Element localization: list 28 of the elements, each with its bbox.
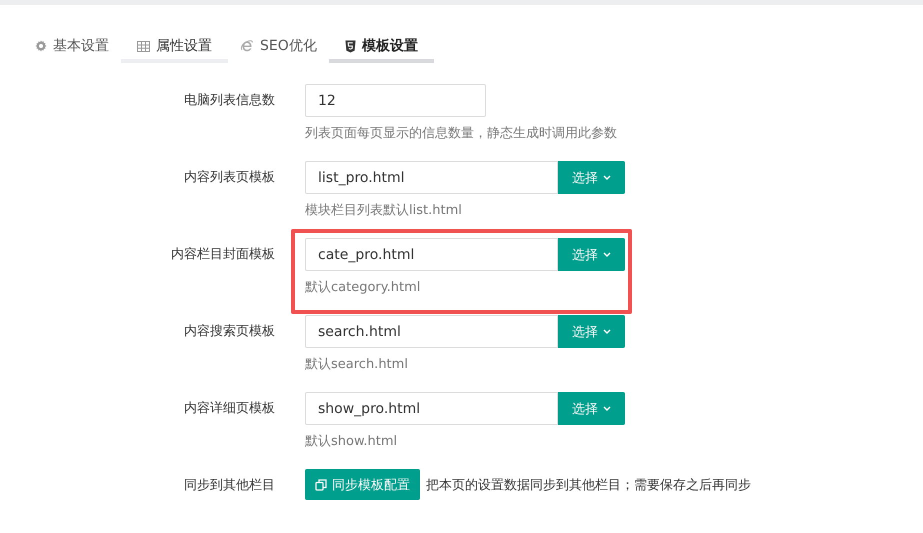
input-field[interactable]: search.html (305, 315, 558, 348)
chevron-down-icon (603, 175, 611, 180)
tab[interactable]: 属性设置 (121, 33, 228, 63)
input-field[interactable]: list_pro.html (305, 161, 558, 194)
field-label: 内容列表页模板 (183, 169, 275, 187)
chevron-down-icon (603, 329, 611, 334)
gear-icon (35, 40, 47, 52)
field-label: 内容详细页模板 (183, 400, 275, 418)
help-text: 默认search.html (305, 356, 409, 374)
table-icon (137, 40, 150, 52)
help-text: 默认category.html (305, 279, 422, 297)
input-field[interactable]: 12 (305, 84, 486, 117)
field-label: 内容栏目封面模板 (170, 246, 275, 264)
field-label: 电脑列表信息数 (183, 92, 275, 110)
tab[interactable]: 模板设置 (328, 33, 434, 63)
help-text: 把本页的设置数据同步到其他栏目；需要保存之后再同步 (426, 476, 751, 494)
input-field[interactable]: show_pro.html (305, 392, 558, 425)
copy-icon (315, 478, 327, 490)
browser-e-icon (240, 39, 254, 53)
input-field[interactable]: cate_pro.html (305, 238, 558, 271)
shield-five-icon (344, 40, 356, 52)
field-label: 同步到其他栏目 (183, 477, 275, 495)
chevron-down-icon (603, 252, 611, 257)
field-label: 内容搜索页模板 (183, 323, 275, 341)
help-text: 列表页面每页显示的信息数量，静态生成时调用此参数 (305, 125, 617, 143)
help-text: 默认show.html (305, 433, 398, 451)
chevron-down-icon (603, 406, 611, 411)
help-text: 模块栏目列表默认list.html (305, 202, 463, 220)
